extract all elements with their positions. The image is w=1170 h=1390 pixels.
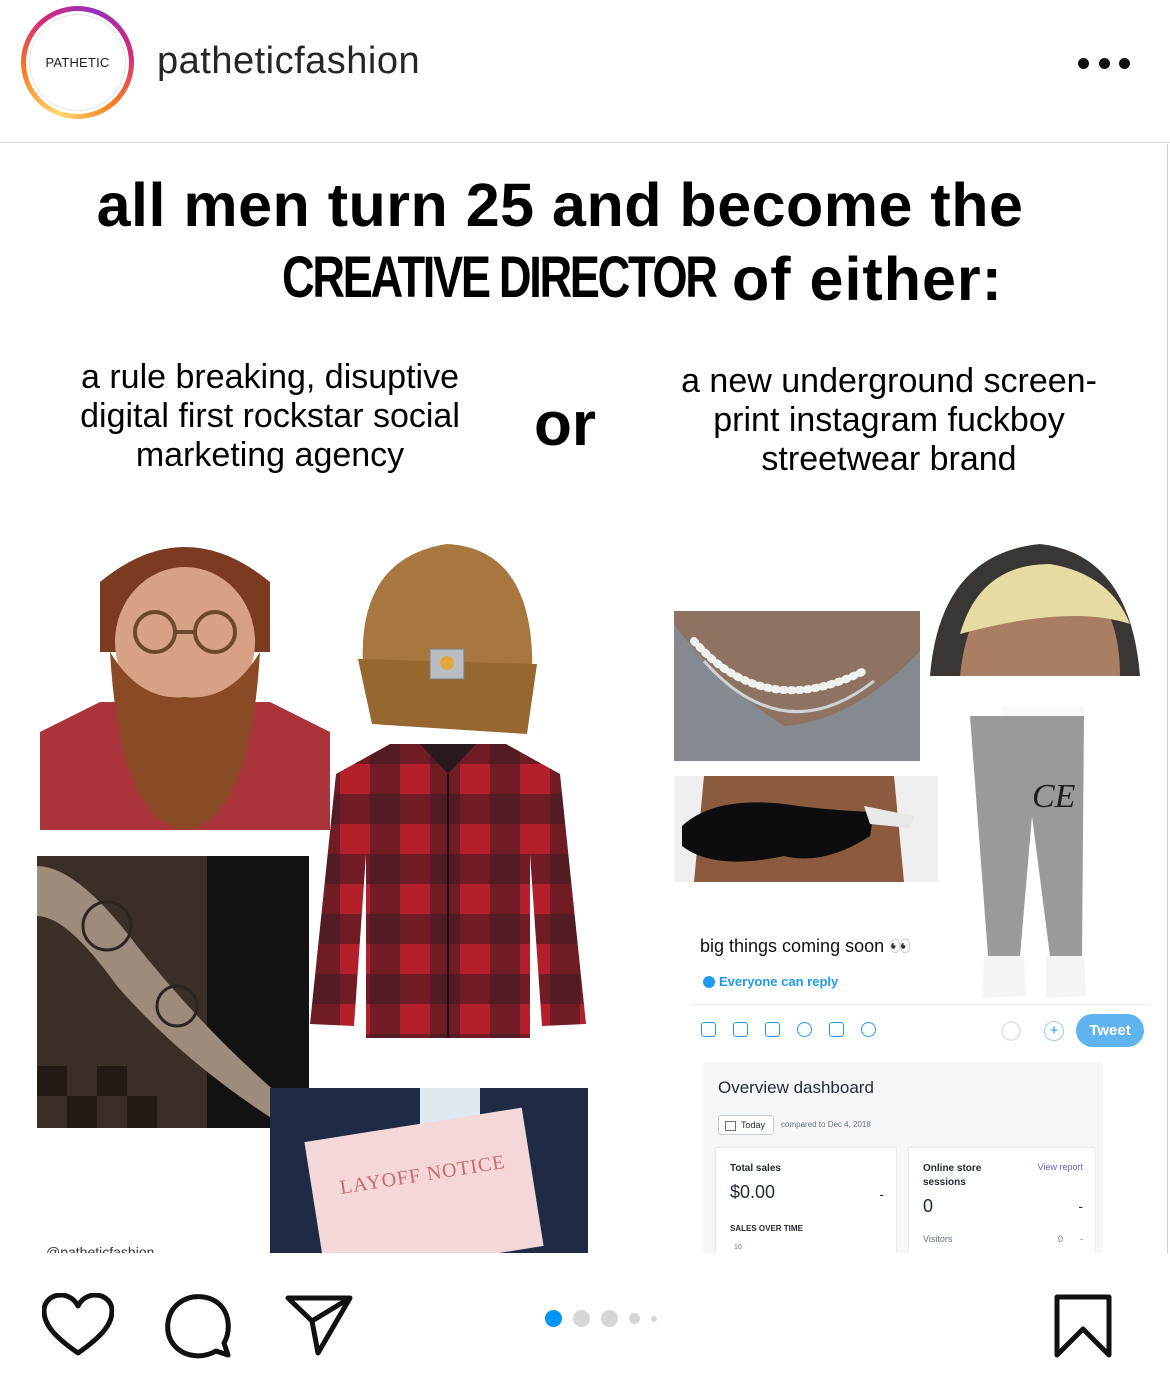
divider bbox=[690, 1004, 1150, 1005]
share-icon[interactable] bbox=[284, 1293, 354, 1362]
headline-line1: all men turn 25 and become the bbox=[96, 171, 1024, 239]
carousel-dot bbox=[545, 1310, 562, 1327]
like-icon[interactable] bbox=[41, 1292, 115, 1362]
carousel-dot bbox=[601, 1310, 618, 1327]
username-link[interactable]: patheticfashion bbox=[157, 40, 420, 83]
avatar-text: PATHETIC bbox=[45, 55, 110, 70]
post-actions bbox=[0, 1253, 1170, 1390]
overview-dashboard: Overview dashboard Today compared to Dec… bbox=[703, 1062, 1103, 1253]
headline-of-either: of either: bbox=[732, 245, 1003, 313]
sessions-value: 0 bbox=[923, 1196, 934, 1216]
schedule-icon bbox=[829, 1022, 844, 1037]
gif-icon bbox=[733, 1022, 748, 1037]
media-icon bbox=[701, 1022, 716, 1037]
or-text: or bbox=[534, 390, 596, 459]
layoff-notice-text: LAYOFF NOTICE bbox=[338, 1151, 507, 1199]
necklace-photo bbox=[674, 611, 920, 761]
tweet-text: big things coming soon 👀 bbox=[700, 936, 912, 956]
visitors-label: Visitors bbox=[923, 1234, 953, 1244]
reply-setting-label: Everyone can reply bbox=[719, 974, 839, 989]
sweatpants-photo: CE bbox=[962, 706, 1090, 1006]
visitors-trend: - bbox=[1080, 1234, 1083, 1244]
left-option-text: a rule breaking, disuptive digital first… bbox=[80, 358, 460, 474]
bleached-hair-photo bbox=[930, 544, 1140, 676]
bearded-man-photo bbox=[40, 532, 330, 830]
save-icon[interactable] bbox=[1053, 1293, 1113, 1364]
beanie-photo bbox=[352, 539, 542, 739]
avatar[interactable]: PATHETIC bbox=[21, 6, 134, 119]
emoji-icon bbox=[797, 1022, 812, 1037]
total-sales-card: Total sales $0.00 - SALES OVER TIME 10 bbox=[716, 1148, 896, 1253]
carousel-dot bbox=[651, 1315, 657, 1322]
sessions-trend: - bbox=[1078, 1198, 1083, 1214]
sales-over-time-label: SALES OVER TIME bbox=[730, 1224, 803, 1233]
plaid-shirt-photo bbox=[310, 734, 586, 1038]
headline-line2: CREATIVE DIRECTOR of either: bbox=[282, 244, 1002, 313]
reply-setting: Everyone can reply bbox=[703, 974, 838, 989]
globe-icon bbox=[703, 975, 715, 988]
tweet-toolbar bbox=[701, 1022, 876, 1037]
right-option-text: a new underground screen-print instagram… bbox=[681, 362, 1097, 478]
tweet-button: Tweet bbox=[1076, 1014, 1144, 1047]
total-sales-value: $0.00 bbox=[730, 1182, 776, 1202]
add-tweet-icon: + bbox=[1044, 1021, 1064, 1041]
total-sales-trend: - bbox=[879, 1186, 884, 1202]
char-count-ring bbox=[1001, 1021, 1021, 1041]
layoff-notice-photo: LAYOFF NOTICE bbox=[270, 1088, 588, 1253]
axis-tick: 10 bbox=[734, 1244, 742, 1251]
carousel-indicator bbox=[545, 1310, 657, 1327]
headline-emphasis: CREATIVE DIRECTOR bbox=[282, 245, 718, 310]
tattoo-sleeve-photo bbox=[37, 856, 309, 1128]
visitors-value: 0 bbox=[1057, 1234, 1063, 1244]
poll-icon bbox=[765, 1022, 780, 1037]
post-image: all men turn 25 and become the CREATIVE … bbox=[0, 144, 1168, 1253]
sunglasses-photo bbox=[674, 776, 938, 882]
comment-icon[interactable] bbox=[164, 1293, 232, 1364]
sessions-label: Online store sessions bbox=[923, 1163, 982, 1188]
total-sales-label: Total sales bbox=[730, 1163, 781, 1174]
view-report-link: View report bbox=[1037, 1162, 1083, 1172]
carousel-dot bbox=[573, 1310, 590, 1327]
pants-logo: CE bbox=[1032, 778, 1076, 815]
date-button: Today bbox=[718, 1115, 775, 1135]
more-options-icon[interactable] bbox=[1078, 56, 1130, 70]
location-icon bbox=[861, 1022, 876, 1037]
post-header: PATHETIC patheticfashion bbox=[0, 0, 1170, 143]
watermark: @patheticfashion bbox=[46, 1244, 155, 1253]
compared-text: compared to Dec 4, 2018 bbox=[781, 1120, 871, 1129]
dashboard-title: Overview dashboard bbox=[718, 1078, 874, 1097]
carousel-dot bbox=[629, 1313, 640, 1324]
sessions-card: Online store sessions View report 0 - Vi… bbox=[909, 1148, 1095, 1253]
